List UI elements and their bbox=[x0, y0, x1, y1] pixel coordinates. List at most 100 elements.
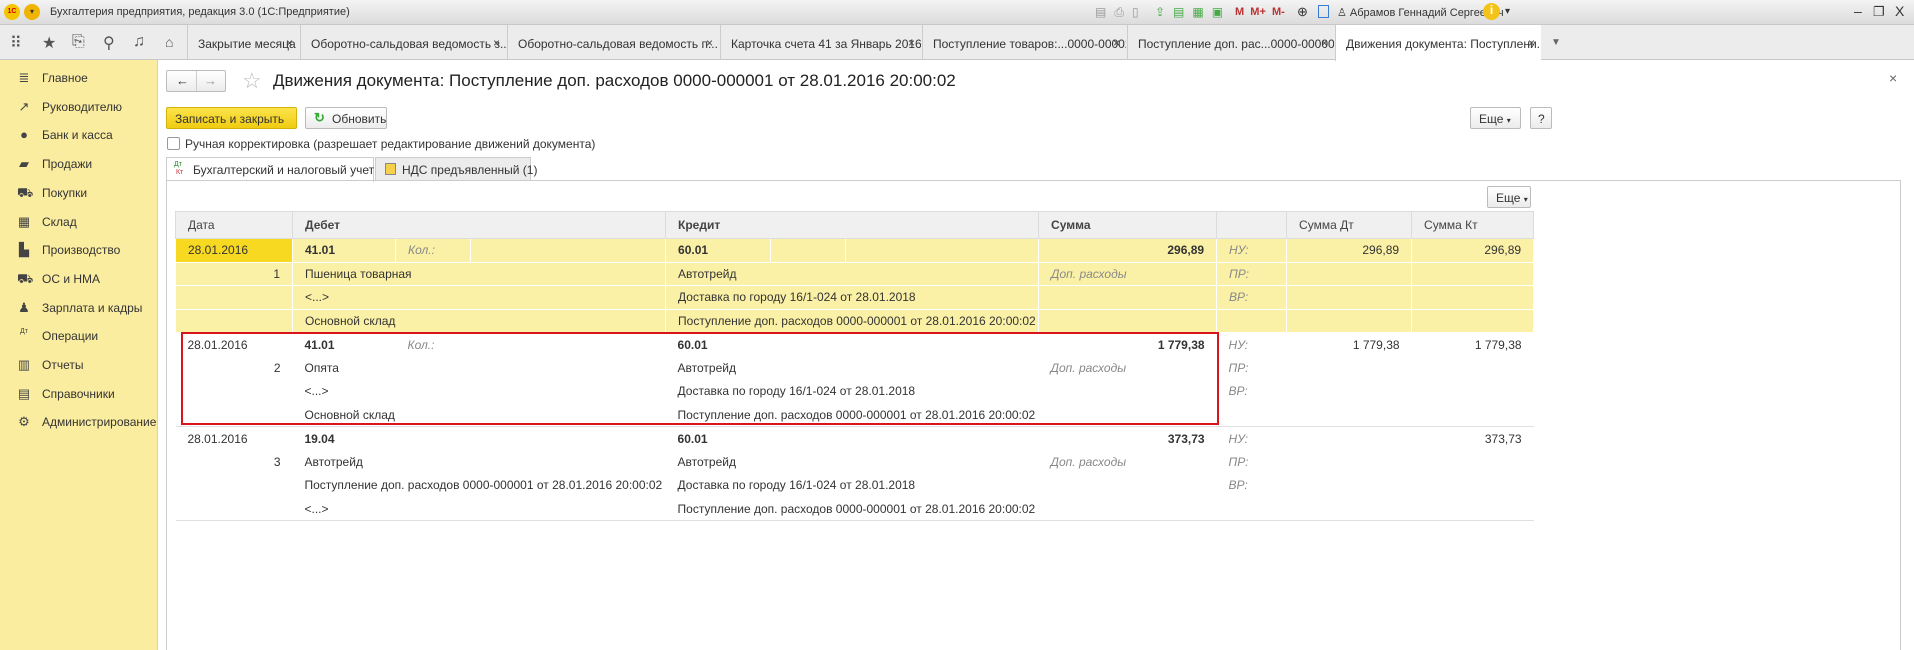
table-row[interactable]: 28.01.2016 19.04 60.01 373,73 НУ: 373,73 bbox=[175, 426, 1534, 450]
sidebar-item[interactable]: ▰ Продажи bbox=[0, 153, 157, 177]
row-number[interactable]: 1 bbox=[175, 261, 293, 286]
toolbar-icons-2[interactable]: ⇪▤▦▣ bbox=[1155, 5, 1231, 19]
sum-kt-sub[interactable] bbox=[1412, 380, 1534, 404]
favorite-star-icon[interactable]: ☆ bbox=[242, 68, 262, 94]
sum-dt-sub[interactable] bbox=[1286, 308, 1413, 333]
tab-vat[interactable]: НДС предъявленный (1) bbox=[375, 157, 537, 181]
sum-dt-cell[interactable]: 296,89 bbox=[1286, 238, 1413, 263]
more-button[interactable]: Еще ▾ bbox=[1470, 107, 1521, 129]
debit-subconto[interactable]: <...> bbox=[291, 285, 667, 310]
sum-dt-sub[interactable] bbox=[1287, 497, 1412, 521]
close-window-icon[interactable]: X bbox=[1895, 3, 1904, 19]
sidebar-item[interactable]: ▥ Отчеты bbox=[0, 354, 157, 378]
debit-qty[interactable] bbox=[470, 426, 666, 450]
debit-account[interactable]: 41.01 bbox=[292, 238, 396, 263]
sum-kt-sub[interactable] bbox=[1411, 285, 1535, 310]
refresh-button[interactable]: ↻ Обновить bbox=[305, 107, 387, 129]
window-tab[interactable]: Карточка счета 41 за Январь 2016... × bbox=[720, 25, 921, 60]
sum-kt-sub[interactable] bbox=[1412, 474, 1534, 498]
content-cell[interactable] bbox=[1039, 497, 1217, 521]
close-tab-icon[interactable]: × bbox=[908, 36, 915, 50]
memory-buttons[interactable]: M M+ M- bbox=[1235, 6, 1285, 18]
tab-accounting[interactable]: Дт Кт Бухгалтерский и налоговый учет (3) bbox=[166, 157, 392, 182]
forward-arrow-icon[interactable]: → bbox=[204, 73, 217, 88]
help-button[interactable]: ? bbox=[1530, 107, 1552, 129]
main-menu-icon[interactable]: ▾ bbox=[24, 4, 40, 20]
tax-label[interactable]: ВР: bbox=[1216, 285, 1288, 310]
row-number[interactable] bbox=[176, 497, 293, 521]
credit-subconto[interactable]: Доставка по городу 16/1-024 от 28.01.201… bbox=[665, 285, 1040, 310]
credit-subconto[interactable]: Доставка по городу 16/1-024 от 28.01.201… bbox=[666, 474, 1039, 498]
credit-account[interactable]: 60.01 bbox=[665, 238, 772, 263]
sidebar-item[interactable]: ♟ Зарплата и кадры bbox=[0, 297, 157, 321]
window-tab[interactable]: Поступление товаров:...0000-000027 × bbox=[922, 25, 1126, 60]
sidebar-item[interactable]: ▙ Производство bbox=[0, 239, 157, 263]
tax-label[interactable]: ВР: bbox=[1217, 474, 1287, 498]
tax-label[interactable] bbox=[1217, 403, 1287, 427]
panel-icon[interactable] bbox=[1318, 5, 1329, 18]
table-subrow[interactable]: 3 Автотрейд Автотрейд Доп. расходы ПР: bbox=[176, 450, 1534, 474]
debit-subconto[interactable]: Поступление доп. расходов 0000-000001 от… bbox=[293, 474, 666, 498]
sidebar-item[interactable]: ⛟ ОС и НМА bbox=[0, 268, 157, 292]
history-icon[interactable]: ⎘ bbox=[72, 33, 85, 51]
tax-label[interactable]: ПР: bbox=[1217, 356, 1287, 380]
bell-icon[interactable]: ♫ bbox=[133, 33, 145, 51]
sum-dt-cell[interactable]: 1 779,38 bbox=[1286, 332, 1412, 356]
sum-kt-sub[interactable] bbox=[1412, 450, 1534, 474]
debit-subconto[interactable]: Пшеница товарная bbox=[291, 261, 667, 286]
table-subrow[interactable]: 1 Пшеница товарная Автотрейд Доп. расходы ПР… bbox=[175, 261, 1535, 286]
content-cell[interactable]: Доп. расходы bbox=[1038, 261, 1218, 286]
back-arrow-icon[interactable]: ← bbox=[176, 73, 189, 88]
sum-kt-cell[interactable]: 296,89 bbox=[1411, 238, 1535, 263]
sum-dt-sub[interactable] bbox=[1287, 356, 1412, 380]
favorites-star-icon[interactable]: ★ bbox=[42, 33, 56, 53]
content-cell[interactable]: Доп. расходы bbox=[1039, 450, 1217, 474]
search-icon[interactable]: ⚲ bbox=[103, 33, 115, 53]
sidebar-item[interactable]: ↗ Руководителю bbox=[0, 96, 157, 120]
credit-qty[interactable] bbox=[845, 426, 1039, 450]
sidebar-item[interactable]: ⛟ Покупки bbox=[0, 182, 157, 206]
credit-qty-label[interactable] bbox=[770, 426, 846, 450]
credit-qty[interactable] bbox=[845, 238, 1040, 263]
date-cell[interactable]: 28.01.2016 bbox=[175, 238, 293, 263]
sum-kt-sub[interactable] bbox=[1411, 261, 1535, 286]
credit-subconto[interactable]: Автотрейд bbox=[665, 261, 1040, 286]
col-blank[interactable] bbox=[1216, 211, 1288, 239]
sum-dt-sub[interactable] bbox=[1287, 450, 1412, 474]
row-number[interactable] bbox=[175, 285, 293, 310]
content-cell[interactable] bbox=[1038, 285, 1218, 310]
close-tab-icon[interactable]: × bbox=[1113, 36, 1120, 50]
restore-icon[interactable]: ❐ bbox=[1873, 4, 1885, 20]
close-tab-icon[interactable]: × bbox=[493, 36, 500, 50]
credit-subconto[interactable]: Автотрейд bbox=[666, 450, 1039, 474]
content-cell[interactable] bbox=[1038, 308, 1218, 333]
sum-dt-sub[interactable] bbox=[1286, 285, 1413, 310]
sum-dt-sub[interactable] bbox=[1287, 380, 1412, 404]
sidebar-item[interactable]: ▦ Склад bbox=[0, 211, 157, 235]
table-more-button[interactable]: Еще ▾ bbox=[1487, 186, 1531, 208]
user-name[interactable]: ♙ Абрамов Геннадий Сергеевич bbox=[1337, 6, 1504, 19]
row-number[interactable] bbox=[176, 474, 293, 498]
sum-dt-cell[interactable] bbox=[1286, 426, 1412, 450]
minimize-icon[interactable]: – bbox=[1854, 3, 1862, 19]
sum-dt-sub[interactable] bbox=[1286, 261, 1413, 286]
sum-dt-sub[interactable] bbox=[1287, 474, 1412, 498]
close-tab-icon[interactable]: × bbox=[706, 36, 713, 50]
toolbar-icons[interactable]: ▤⎙▯ bbox=[1095, 5, 1147, 20]
close-tab-icon[interactable]: × bbox=[1528, 36, 1535, 50]
tax-label[interactable]: ПР: bbox=[1216, 261, 1288, 286]
tax-label[interactable]: ПР: bbox=[1217, 450, 1287, 474]
home-icon[interactable]: ⌂ bbox=[165, 34, 173, 50]
sum-dt-sub[interactable] bbox=[1287, 403, 1412, 427]
debit-qty-label[interactable] bbox=[395, 426, 471, 450]
content-cell[interactable] bbox=[1039, 474, 1217, 498]
table-subrow[interactable]: <...> Доставка по городу 16/1-024 от 28.0… bbox=[175, 285, 1535, 310]
sum-kt-sub[interactable] bbox=[1412, 356, 1534, 380]
nu-label[interactable]: НУ: bbox=[1216, 332, 1287, 356]
sum-kt-sub[interactable] bbox=[1411, 308, 1535, 333]
table-row[interactable]: 28.01.2016 41.01 Кол.: 60.01 296,89 НУ: 296,89… bbox=[175, 238, 1535, 263]
sidebar-item[interactable]: ▤ Справочники bbox=[0, 383, 157, 407]
close-form-icon[interactable]: × bbox=[1889, 70, 1897, 86]
info-dropdown-icon[interactable]: ▾ bbox=[1505, 6, 1510, 17]
debit-subconto[interactable]: Автотрейд bbox=[293, 450, 666, 474]
